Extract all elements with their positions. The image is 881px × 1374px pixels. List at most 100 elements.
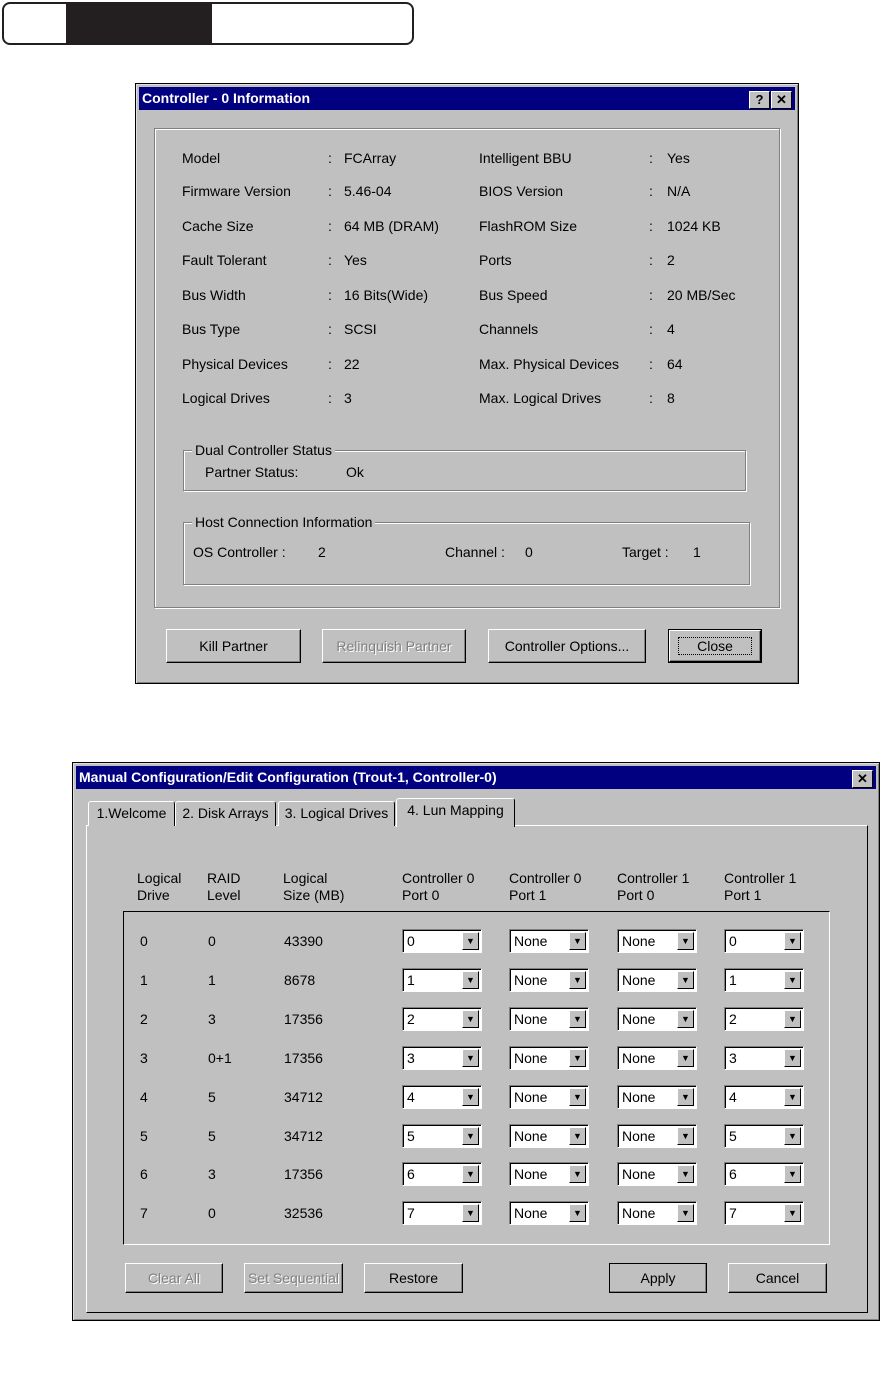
lun-select[interactable]: 5 ▼: [402, 1123, 482, 1148]
lun-select[interactable]: None ▼: [509, 1162, 589, 1187]
dropdown-arrow-icon[interactable]: ▼: [677, 932, 694, 950]
logical-size: 43390: [284, 933, 323, 949]
dropdown-arrow-icon[interactable]: ▼: [462, 932, 479, 950]
dropdown-arrow-icon[interactable]: ▼: [677, 1048, 694, 1067]
separator: :: [328, 287, 332, 303]
dropdown-arrow-icon[interactable]: ▼: [462, 1087, 479, 1106]
field-label: BIOS Version: [479, 183, 564, 199]
lun-select[interactable]: 1 ▼: [724, 967, 804, 992]
dropdown-arrow-icon[interactable]: ▼: [784, 1204, 801, 1223]
tab-1[interactable]: 1.Welcome: [88, 801, 175, 826]
dropdown-arrow-icon[interactable]: ▼: [784, 1087, 801, 1106]
lun-select[interactable]: None ▼: [509, 967, 589, 992]
raid-level: 3: [208, 1166, 216, 1183]
lun-select[interactable]: 6 ▼: [724, 1162, 804, 1187]
lun-select[interactable]: 0 ▼: [724, 929, 804, 953]
lun-select[interactable]: 7 ▼: [402, 1201, 482, 1226]
selected-value: None: [622, 1127, 656, 1144]
lun-select[interactable]: None ▼: [617, 1006, 697, 1031]
lun-select[interactable]: 4 ▼: [724, 1084, 804, 1109]
dropdown-arrow-icon[interactable]: ▼: [462, 1048, 479, 1067]
restore-button[interactable]: Restore: [364, 1263, 463, 1293]
help-button[interactable]: ?: [749, 91, 770, 109]
dropdown-arrow-icon[interactable]: ▼: [569, 970, 586, 989]
dropdown-arrow-icon[interactable]: ▼: [784, 1126, 801, 1145]
controller-options-button[interactable]: Controller Options...: [488, 629, 646, 663]
dropdown-arrow-icon[interactable]: ▼: [677, 1087, 694, 1106]
tab-2[interactable]: 2. Disk Arrays: [175, 801, 276, 826]
tab-4[interactable]: 4. Lun Mapping: [396, 798, 515, 827]
apply-button[interactable]: Apply: [609, 1263, 707, 1293]
lun-select[interactable]: None ▼: [617, 929, 697, 953]
column-header: Controller 1: [617, 870, 690, 886]
lun-select[interactable]: None ▼: [617, 1162, 697, 1187]
dropdown-arrow-icon[interactable]: ▼: [462, 1009, 479, 1028]
logical-size: 8678: [284, 971, 316, 988]
field-label: Channels: [479, 321, 539, 337]
lun-select[interactable]: None ▼: [509, 929, 589, 953]
field-value: 20 MB/Sec: [667, 287, 736, 303]
dropdown-arrow-icon[interactable]: ▼: [569, 1204, 586, 1223]
lun-select[interactable]: None ▼: [617, 1201, 697, 1226]
dropdown-arrow-icon[interactable]: ▼: [569, 1126, 586, 1145]
lun-select[interactable]: 4 ▼: [402, 1084, 482, 1109]
field-label: Intelligent BBU: [479, 150, 572, 166]
partner-status-value: Ok: [346, 464, 364, 480]
field-value: Yes: [344, 252, 367, 268]
close-icon[interactable]: ✕: [771, 91, 792, 109]
cancel-button[interactable]: Cancel: [728, 1263, 827, 1293]
dropdown-arrow-icon[interactable]: ▼: [677, 1126, 694, 1145]
lun-select[interactable]: 3 ▼: [724, 1045, 804, 1070]
dropdown-arrow-icon[interactable]: ▼: [784, 1009, 801, 1028]
lun-select[interactable]: None ▼: [617, 967, 697, 992]
lun-select[interactable]: None ▼: [509, 1084, 589, 1109]
dropdown-arrow-icon[interactable]: ▼: [784, 1048, 801, 1067]
close-button[interactable]: Close: [668, 629, 762, 663]
lun-select[interactable]: 2 ▼: [724, 1006, 804, 1031]
dropdown-arrow-icon[interactable]: ▼: [462, 1126, 479, 1145]
dropdown-arrow-icon[interactable]: ▼: [677, 1009, 694, 1028]
lun-select[interactable]: 1 ▼: [402, 967, 482, 992]
dropdown-arrow-icon[interactable]: ▼: [462, 1165, 479, 1184]
lun-select[interactable]: None ▼: [617, 1045, 697, 1070]
lun-select[interactable]: None ▼: [617, 1123, 697, 1148]
lun-select[interactable]: 0 ▼: [402, 929, 482, 953]
host-connection-group: Host Connection Information OS Controller…: [183, 514, 750, 585]
dropdown-arrow-icon[interactable]: ▼: [677, 1204, 694, 1223]
lun-select[interactable]: None ▼: [509, 1123, 589, 1148]
lun-select[interactable]: 5 ▼: [724, 1123, 804, 1148]
field-label: Physical Devices: [182, 356, 288, 372]
dropdown-arrow-icon[interactable]: ▼: [677, 970, 694, 989]
dropdown-arrow-icon[interactable]: ▼: [569, 1009, 586, 1028]
table-row: 6 3 17356 6 ▼ None ▼ None ▼ 6 ▼: [124, 1162, 829, 1188]
close-icon[interactable]: ✕: [852, 770, 873, 788]
kill-partner-button[interactable]: Kill Partner: [166, 629, 301, 663]
dropdown-arrow-icon[interactable]: ▼: [677, 1165, 694, 1184]
column-header: Drive: [137, 887, 170, 903]
lun-select[interactable]: None ▼: [617, 1084, 697, 1109]
selected-value: None: [514, 1010, 548, 1027]
field-value: 1024 KB: [667, 218, 721, 234]
lun-select[interactable]: 6 ▼: [402, 1162, 482, 1187]
dropdown-arrow-icon[interactable]: ▼: [784, 1165, 801, 1184]
column-header: Controller 0: [402, 870, 475, 886]
dropdown-arrow-icon[interactable]: ▼: [784, 932, 801, 950]
dropdown-arrow-icon[interactable]: ▼: [784, 970, 801, 989]
dropdown-arrow-icon[interactable]: ▼: [462, 970, 479, 989]
lun-select[interactable]: None ▼: [509, 1006, 589, 1031]
logical-drive: 3: [140, 1049, 148, 1066]
field-label: Logical Drives: [182, 390, 270, 406]
dropdown-arrow-icon[interactable]: ▼: [462, 1204, 479, 1223]
lun-select[interactable]: None ▼: [509, 1201, 589, 1226]
lun-select[interactable]: 7 ▼: [724, 1201, 804, 1226]
lun-select[interactable]: 2 ▼: [402, 1006, 482, 1031]
dropdown-arrow-icon[interactable]: ▼: [569, 932, 586, 950]
dropdown-arrow-icon[interactable]: ▼: [569, 1087, 586, 1106]
field-value: 22: [344, 356, 360, 372]
tab-3[interactable]: 3. Logical Drives: [278, 801, 395, 826]
lun-select[interactable]: 3 ▼: [402, 1045, 482, 1070]
dropdown-arrow-icon[interactable]: ▼: [569, 1165, 586, 1184]
dropdown-arrow-icon[interactable]: ▼: [569, 1048, 586, 1067]
lun-select[interactable]: None ▼: [509, 1045, 589, 1070]
selected-value: 0: [407, 933, 415, 949]
